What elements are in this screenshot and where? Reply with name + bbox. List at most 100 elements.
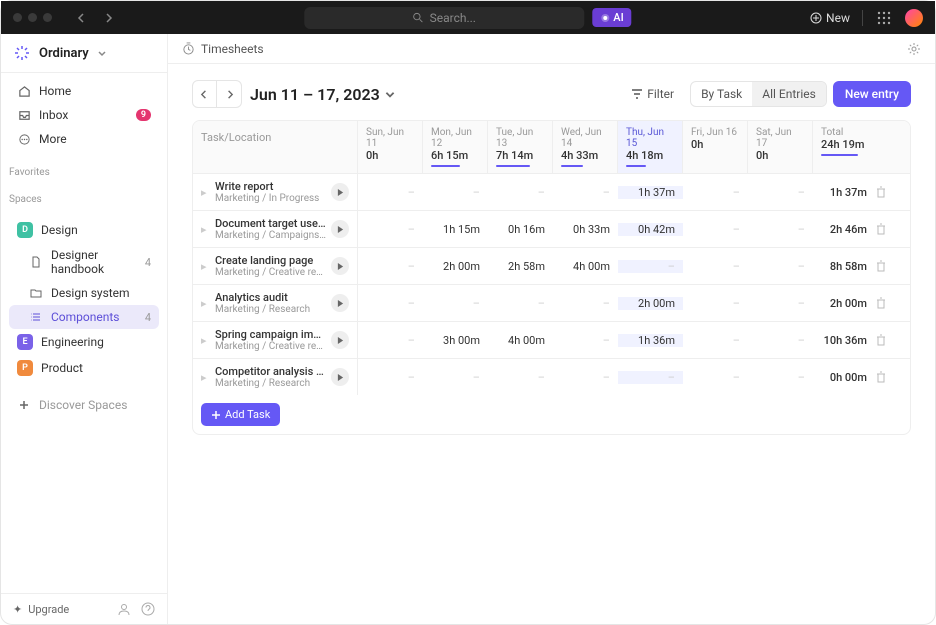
time-cell[interactable]: –	[358, 186, 423, 199]
time-cell[interactable]: –	[748, 223, 813, 236]
delete-button[interactable]	[871, 223, 891, 235]
time-cell[interactable]: –	[618, 371, 683, 384]
play-button[interactable]	[331, 257, 349, 275]
view-all-entries[interactable]: All Entries	[752, 82, 826, 106]
time-cell[interactable]: –	[423, 297, 488, 310]
time-cell[interactable]: –	[683, 371, 748, 384]
maximize-window[interactable]	[43, 13, 52, 22]
chevron-down-icon	[384, 88, 396, 100]
expand-caret[interactable]: ▸	[201, 297, 211, 310]
sidebar-item-inbox[interactable]: Inbox9	[9, 103, 159, 127]
play-button[interactable]	[331, 294, 349, 312]
sidebar-space-engineering[interactable]: EEngineering	[9, 329, 159, 355]
time-cell[interactable]: –	[683, 260, 748, 273]
time-cell[interactable]: 1h 36m	[618, 334, 683, 347]
time-cell[interactable]: –	[748, 334, 813, 347]
new-entry-button[interactable]: New entry	[833, 81, 911, 107]
breadcrumb: Timesheets	[182, 42, 264, 56]
time-cell[interactable]: –	[358, 223, 423, 236]
sidebar-item-designer-handbook[interactable]: Designer handbook4	[9, 243, 159, 281]
search-input[interactable]: Search...	[304, 7, 584, 29]
apps-icon[interactable]	[875, 9, 893, 27]
time-cell[interactable]: –	[488, 371, 553, 384]
time-cell[interactable]: 3h 00m	[423, 334, 488, 347]
sidebar-item-more[interactable]: More	[9, 127, 159, 151]
ai-button[interactable]: AI	[592, 8, 631, 27]
play-button[interactable]	[331, 220, 349, 238]
delete-button[interactable]	[871, 371, 891, 383]
nav-forward[interactable]	[98, 8, 118, 28]
delete-button[interactable]	[871, 297, 891, 309]
time-cell[interactable]: –	[748, 260, 813, 273]
delete-button[interactable]	[871, 186, 891, 198]
time-cell[interactable]: 2h 58m	[488, 260, 553, 273]
expand-caret[interactable]: ▸	[201, 186, 211, 199]
expand-caret[interactable]: ▸	[201, 371, 211, 384]
inbox-icon	[17, 108, 31, 122]
sidebar-space-product[interactable]: PProduct	[9, 355, 159, 381]
time-cell[interactable]: 1h 37m	[618, 186, 683, 199]
sidebar-item-home[interactable]: Home	[9, 79, 159, 103]
time-cell[interactable]: –	[553, 334, 618, 347]
nav-back[interactable]	[72, 8, 92, 28]
invite-icon[interactable]	[117, 602, 131, 616]
time-cell[interactable]: 4h 00m	[488, 334, 553, 347]
time-cell[interactable]: 0h 42m	[618, 223, 683, 236]
ai-icon	[600, 13, 610, 23]
time-cell[interactable]: –	[358, 371, 423, 384]
sidebar-item-components[interactable]: Components4	[9, 305, 159, 329]
time-cell[interactable]: 2h 00m	[618, 297, 683, 310]
new-button[interactable]: New	[810, 11, 850, 25]
time-cell[interactable]: –	[423, 186, 488, 199]
time-cell[interactable]: –	[488, 297, 553, 310]
next-week-button[interactable]	[217, 81, 241, 107]
play-button[interactable]	[331, 368, 349, 386]
time-cell[interactable]: –	[553, 371, 618, 384]
workspace-switcher[interactable]: Ordinary	[1, 34, 167, 73]
view-by-task[interactable]: By Task	[691, 82, 752, 106]
filter-button[interactable]: Filter	[621, 82, 684, 106]
time-cell[interactable]: 1h 15m	[423, 223, 488, 236]
discover-spaces[interactable]: Discover Spaces	[9, 393, 159, 417]
sidebar-space-design[interactable]: DDesign	[9, 217, 159, 243]
more-icon	[17, 132, 31, 146]
time-cell[interactable]: –	[358, 297, 423, 310]
expand-caret[interactable]: ▸	[201, 223, 211, 236]
time-cell[interactable]: –	[683, 223, 748, 236]
minimize-window[interactable]	[28, 13, 37, 22]
help-icon[interactable]	[141, 602, 155, 616]
settings-button[interactable]	[907, 42, 921, 56]
sidebar-item-design-system[interactable]: Design system	[9, 281, 159, 305]
time-cell[interactable]: –	[683, 297, 748, 310]
delete-button[interactable]	[871, 334, 891, 346]
time-cell[interactable]: 0h 33m	[553, 223, 618, 236]
time-cell[interactable]: 0h 16m	[488, 223, 553, 236]
time-cell[interactable]: –	[553, 186, 618, 199]
time-cell[interactable]: –	[358, 260, 423, 273]
date-range-picker[interactable]: Jun 11 – 17, 2023	[250, 85, 396, 104]
time-cell[interactable]: 2h 00m	[423, 260, 488, 273]
time-cell[interactable]: –	[618, 260, 683, 273]
time-cell[interactable]: –	[748, 297, 813, 310]
time-cell[interactable]: 4h 00m	[553, 260, 618, 273]
play-button[interactable]	[331, 331, 349, 349]
table-row: ▸ Write report Marketing / In Progress –…	[193, 173, 910, 210]
user-avatar[interactable]	[905, 9, 923, 27]
expand-caret[interactable]: ▸	[201, 334, 211, 347]
time-cell[interactable]: –	[423, 371, 488, 384]
upgrade-button[interactable]: ✦ Upgrade	[13, 603, 69, 616]
time-cell[interactable]: –	[683, 334, 748, 347]
close-window[interactable]	[13, 13, 22, 22]
time-cell[interactable]: –	[358, 334, 423, 347]
add-task-button[interactable]: Add Task	[201, 403, 280, 426]
play-button[interactable]	[331, 183, 349, 201]
time-cell[interactable]: –	[748, 186, 813, 199]
time-cell[interactable]: –	[553, 297, 618, 310]
prev-week-button[interactable]	[193, 81, 217, 107]
time-cell[interactable]: –	[488, 186, 553, 199]
time-cell[interactable]: –	[683, 186, 748, 199]
expand-caret[interactable]: ▸	[201, 260, 211, 273]
delete-button[interactable]	[871, 260, 891, 272]
time-cell[interactable]: –	[748, 371, 813, 384]
sidebar-item-label: Design	[41, 223, 151, 237]
